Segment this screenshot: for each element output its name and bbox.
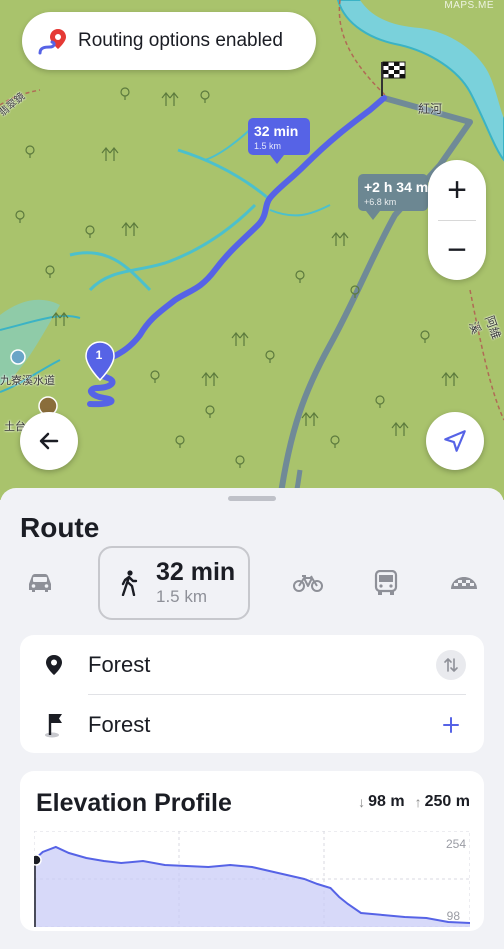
elevation-min-label: 98 (446, 909, 460, 923)
route-sheet: Route 32 min 1.5 km Forest Forest Elevat… (0, 488, 504, 949)
elevation-point (55, 846, 57, 848)
elevation-point (142, 860, 144, 862)
elevation-point (120, 862, 122, 864)
start-point-row[interactable]: Forest (20, 635, 484, 695)
elevation-area (34, 847, 470, 927)
plus-icon (443, 717, 459, 733)
descent-arrow-icon: ↓ (358, 794, 366, 810)
place-label-left: 九寮溪水道 (0, 375, 55, 387)
elevation-point (185, 865, 188, 867)
river-label: 紅河 (418, 102, 443, 116)
mode-car[interactable] (20, 546, 60, 620)
primary-route-distance: 1.5 km (254, 141, 282, 151)
elevation-point (251, 866, 253, 868)
elevation-point (403, 916, 406, 918)
elevation-point (294, 876, 297, 878)
finish-flag-icon (45, 714, 62, 738)
finish-flag-marker (381, 61, 406, 96)
maps-credit: MAPS.ME (444, 0, 494, 11)
elevation-point (102, 860, 105, 862)
elevation-chart[interactable] (34, 831, 470, 927)
elevation-point (338, 896, 341, 898)
elevation-point (164, 864, 166, 866)
swap-vertical-icon (444, 658, 458, 672)
elevation-max-label: 254 (445, 837, 466, 851)
routing-banner-text: Routing options enabled (78, 30, 283, 51)
walk-time: 32 min (156, 558, 236, 586)
add-stop-button[interactable] (436, 710, 466, 740)
alt-route-time: +2 h 34 m (364, 179, 428, 195)
zoom-controls: + − (428, 160, 486, 280)
arrow-left-icon (39, 432, 59, 450)
car-icon (29, 574, 51, 592)
route-options-icon (38, 29, 66, 55)
primary-route-time: 32 min (254, 123, 299, 139)
navigation-arrow-icon (444, 430, 466, 452)
elevation-point (229, 864, 231, 866)
routing-options-banner[interactable]: Routing options enabled (22, 12, 316, 70)
elevation-point (207, 866, 210, 868)
route-points-card: Forest Forest (20, 635, 484, 753)
elevation-point (329, 887, 332, 889)
alt-route-distance: +6.8 km (364, 197, 397, 207)
transport-mode-selector: 32 min 1.5 km (0, 546, 504, 620)
start-point-name: Forest (88, 652, 151, 677)
swap-points-button[interactable] (436, 650, 466, 680)
sheet-title: Route (20, 512, 100, 543)
bike-icon (293, 575, 323, 592)
mode-walk[interactable]: 32 min 1.5 km (98, 546, 250, 620)
zoom-in-button[interactable]: + (428, 160, 486, 220)
elevation-point (382, 914, 384, 916)
mode-taxi[interactable] (444, 546, 484, 620)
my-location-button[interactable] (426, 412, 484, 470)
elevation-point (316, 883, 319, 885)
zoom-out-button[interactable]: − (428, 220, 486, 280)
mode-bike[interactable] (288, 546, 328, 620)
back-button[interactable] (20, 412, 78, 470)
mode-transit[interactable] (366, 546, 406, 620)
primary-route (87, 95, 387, 408)
walk-icon (121, 570, 138, 596)
finish-point-name: Forest (88, 712, 151, 737)
elevation-stats: ↓ 98 m ↑ 250 m (352, 793, 470, 811)
elevation-title: Elevation Profile (36, 789, 232, 817)
waterfall-poi (10, 349, 26, 365)
primary-route-bubble[interactable]: 32 min 1.5 km (248, 118, 310, 164)
elevation-descent: 98 m (368, 793, 405, 810)
elevation-ascent: 250 m (424, 793, 470, 810)
elevation-point (273, 871, 275, 873)
start-marker-number: 1 (95, 348, 103, 362)
ascent-arrow-icon: ↑ (414, 794, 422, 810)
map-view[interactable]: MAPS.ME 紅河 翡翠鏡 阿維溪 九寮溪水道 土台 1 Routing op… (0, 0, 504, 500)
bus-icon (374, 570, 398, 595)
location-pin-icon (46, 655, 62, 675)
alternative-route-bubble[interactable]: +2 h 34 m +6.8 km (358, 174, 428, 220)
elevation-point (360, 912, 362, 914)
taxi-icon (451, 577, 477, 589)
elevation-cursor-dot[interactable] (34, 854, 42, 866)
elevation-point (425, 917, 428, 919)
elevation-profile-card: Elevation Profile ↓ 98 m ↑ 250 m 254 98 (20, 771, 484, 931)
elevation-point (347, 903, 349, 905)
elevation-point (68, 852, 70, 854)
elevation-point (85, 857, 88, 859)
finish-point-row[interactable]: Forest (20, 695, 484, 755)
elevation-point (303, 878, 306, 880)
elevation-point (41, 851, 44, 853)
sheet-drag-handle[interactable] (228, 496, 276, 501)
walk-distance: 1.5 km (156, 587, 208, 606)
